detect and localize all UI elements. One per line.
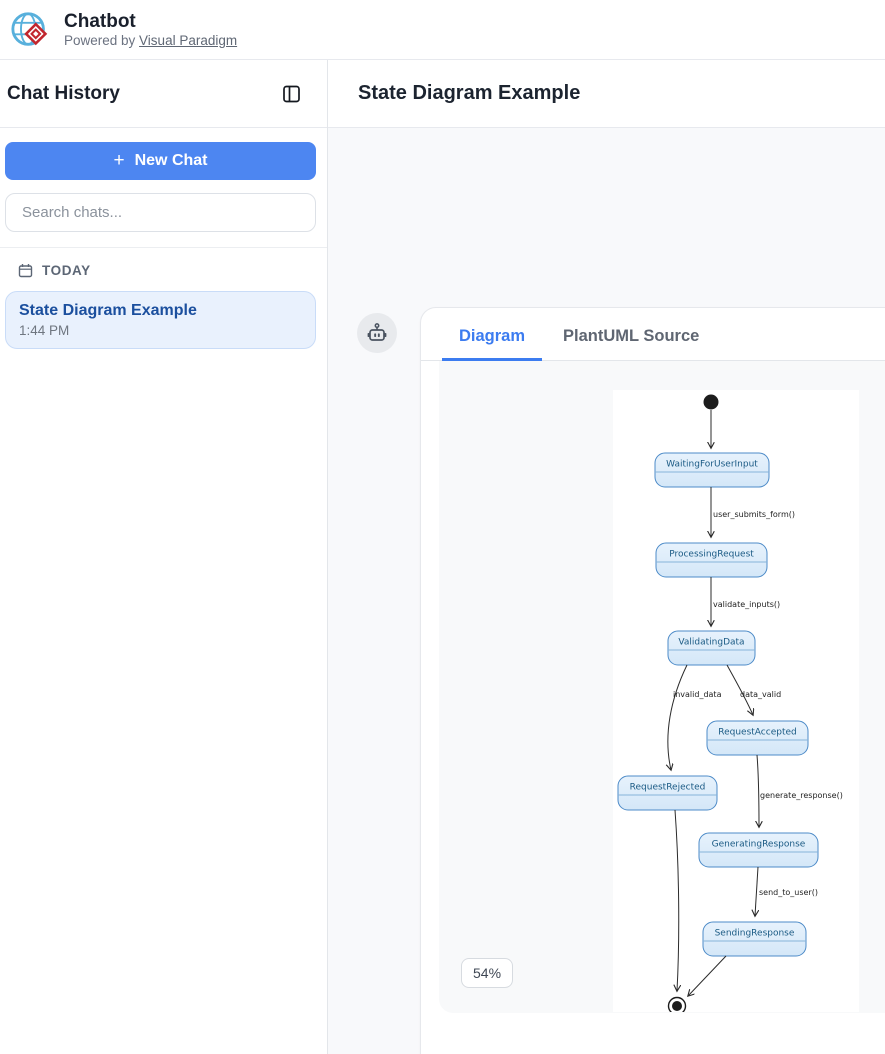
transition-label: validate_inputs() [713,600,780,609]
tab-diagram[interactable]: Diagram [442,327,542,361]
state-box-request-rejected: RequestRejected [618,776,717,810]
bot-avatar [357,313,397,353]
today-section-header: TODAY [0,248,327,278]
state-label: RequestRejected [630,783,706,793]
visual-paradigm-link[interactable]: Visual Paradigm [139,33,237,48]
state-box-waiting-for-user-input: WaitingForUserInput [655,453,769,487]
final-state-node [669,998,686,1013]
state-box-processing-request: ProcessingRequest [656,543,767,577]
state-label: SendingResponse [715,929,795,939]
state-box-generating-response: GeneratingResponse [699,833,818,867]
search-chats-input[interactable] [5,193,316,232]
chat-item-title: State Diagram Example [19,302,302,320]
app-window: Chatbot Powered by Visual Paradigm Chat … [0,0,885,1054]
state-label: RequestAccepted [718,728,796,738]
app-title: Chatbot [64,11,237,33]
transition-label: generate_response() [760,791,843,800]
state-box-sending-response: SendingResponse [703,922,806,956]
robot-avatar-icon [365,321,389,345]
tab-bar: Diagram PlantUML Source [421,308,885,361]
sidebar-collapse-button[interactable] [282,84,302,104]
sidebar-header: Chat History [0,60,327,128]
tab-plantuml-source[interactable]: PlantUML Source [546,327,716,361]
panel-left-icon [282,84,302,104]
zoom-level-badge: 54% [461,958,513,988]
main-panel: State Diagram Example Diagram PlantUML S… [328,60,885,1054]
diagram-canvas[interactable]: WaitingForUserInput user_submits_form() … [613,390,859,1012]
calendar-icon [18,263,33,278]
transition-label: data_valid [740,690,781,699]
top-header: Chatbot Powered by Visual Paradigm [0,0,885,60]
chat-item-time: 1:44 PM [19,323,302,338]
visual-paradigm-logo-icon [10,9,52,51]
state-label: GeneratingResponse [712,840,806,850]
state-label: ProcessingRequest [669,550,754,560]
state-label: WaitingForUserInput [666,460,758,470]
state-label: ValidatingData [678,638,744,648]
transition-label: send_to_user() [759,888,818,897]
powered-by: Powered by Visual Paradigm [64,33,237,48]
diagram-viewport[interactable]: WaitingForUserInput user_submits_form() … [439,361,885,1013]
new-chat-button[interactable]: + New Chat [5,142,316,180]
sidebar: Chat History + New Chat TODAY [0,60,328,1054]
conversation-title: State Diagram Example [358,82,580,105]
brand-block: Chatbot Powered by Visual Paradigm [64,11,237,48]
conversation-body: Diagram PlantUML Source [328,128,885,1054]
chat-history-title: Chat History [7,83,120,105]
today-label: TODAY [42,263,91,278]
new-chat-label: New Chat [135,152,208,170]
conversation-header: State Diagram Example [328,60,885,128]
message-card: Diagram PlantUML Source [420,307,885,1054]
transition-label: user_submits_form() [713,510,795,519]
state-box-request-accepted: RequestAccepted [707,721,808,755]
powered-by-prefix: Powered by [64,33,139,48]
state-diagram-svg: WaitingForUserInput user_submits_form() … [613,390,859,1012]
chat-list-item-active[interactable]: State Diagram Example 1:44 PM [5,291,316,349]
state-box-validating-data: ValidatingData [668,631,755,665]
initial-state-node [704,395,719,410]
transition-label: invalid_data [673,690,722,699]
plus-icon: + [113,150,124,172]
